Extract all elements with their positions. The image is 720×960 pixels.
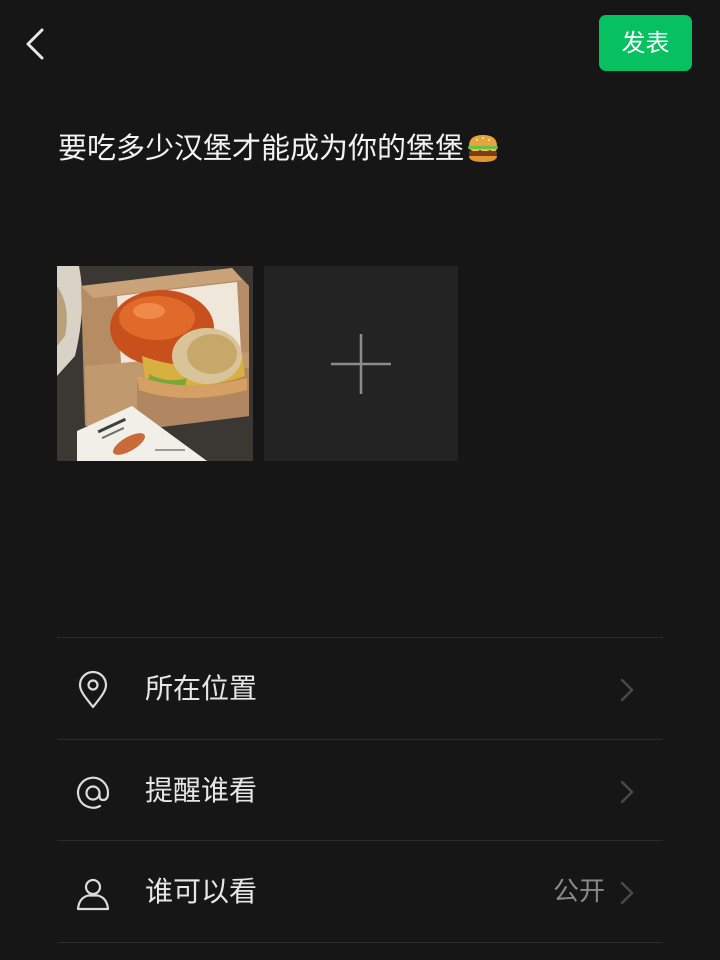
chevron-right-icon	[620, 881, 634, 905]
option-location[interactable]: 所在位置	[57, 639, 663, 739]
plus-icon	[331, 334, 391, 394]
divider	[57, 739, 663, 740]
burger-photo	[57, 266, 253, 461]
publish-button[interactable]: 发表	[599, 15, 692, 71]
option-label: 谁可以看	[145, 875, 258, 908]
top-bar: 发表	[0, 0, 720, 90]
visibility-value: 公开	[552, 877, 605, 907]
chevron-left-icon	[26, 28, 44, 60]
post-text-input[interactable]: 要吃多少汉堡才能成为你的堡堡	[58, 128, 500, 174]
option-label: 提醒谁看	[145, 774, 258, 807]
option-mention[interactable]: 提醒谁看	[57, 741, 663, 841]
option-visibility[interactable]: 谁可以看 公开	[57, 842, 663, 942]
option-label: 所在位置	[145, 672, 258, 705]
divider	[57, 637, 663, 638]
at-sign-icon	[76, 776, 110, 809]
chevron-right-icon	[620, 780, 634, 804]
chevron-right-icon	[620, 678, 634, 702]
photo-thumbnail[interactable]	[57, 266, 253, 461]
add-photo-button[interactable]	[264, 266, 458, 461]
divider	[57, 942, 663, 943]
person-icon	[76, 878, 110, 911]
divider	[57, 840, 663, 841]
post-text: 要吃多少汉堡才能成为你的堡堡	[58, 131, 465, 165]
burger-emoji-icon	[466, 132, 500, 174]
back-button[interactable]	[18, 22, 58, 66]
location-pin-icon	[78, 671, 108, 709]
